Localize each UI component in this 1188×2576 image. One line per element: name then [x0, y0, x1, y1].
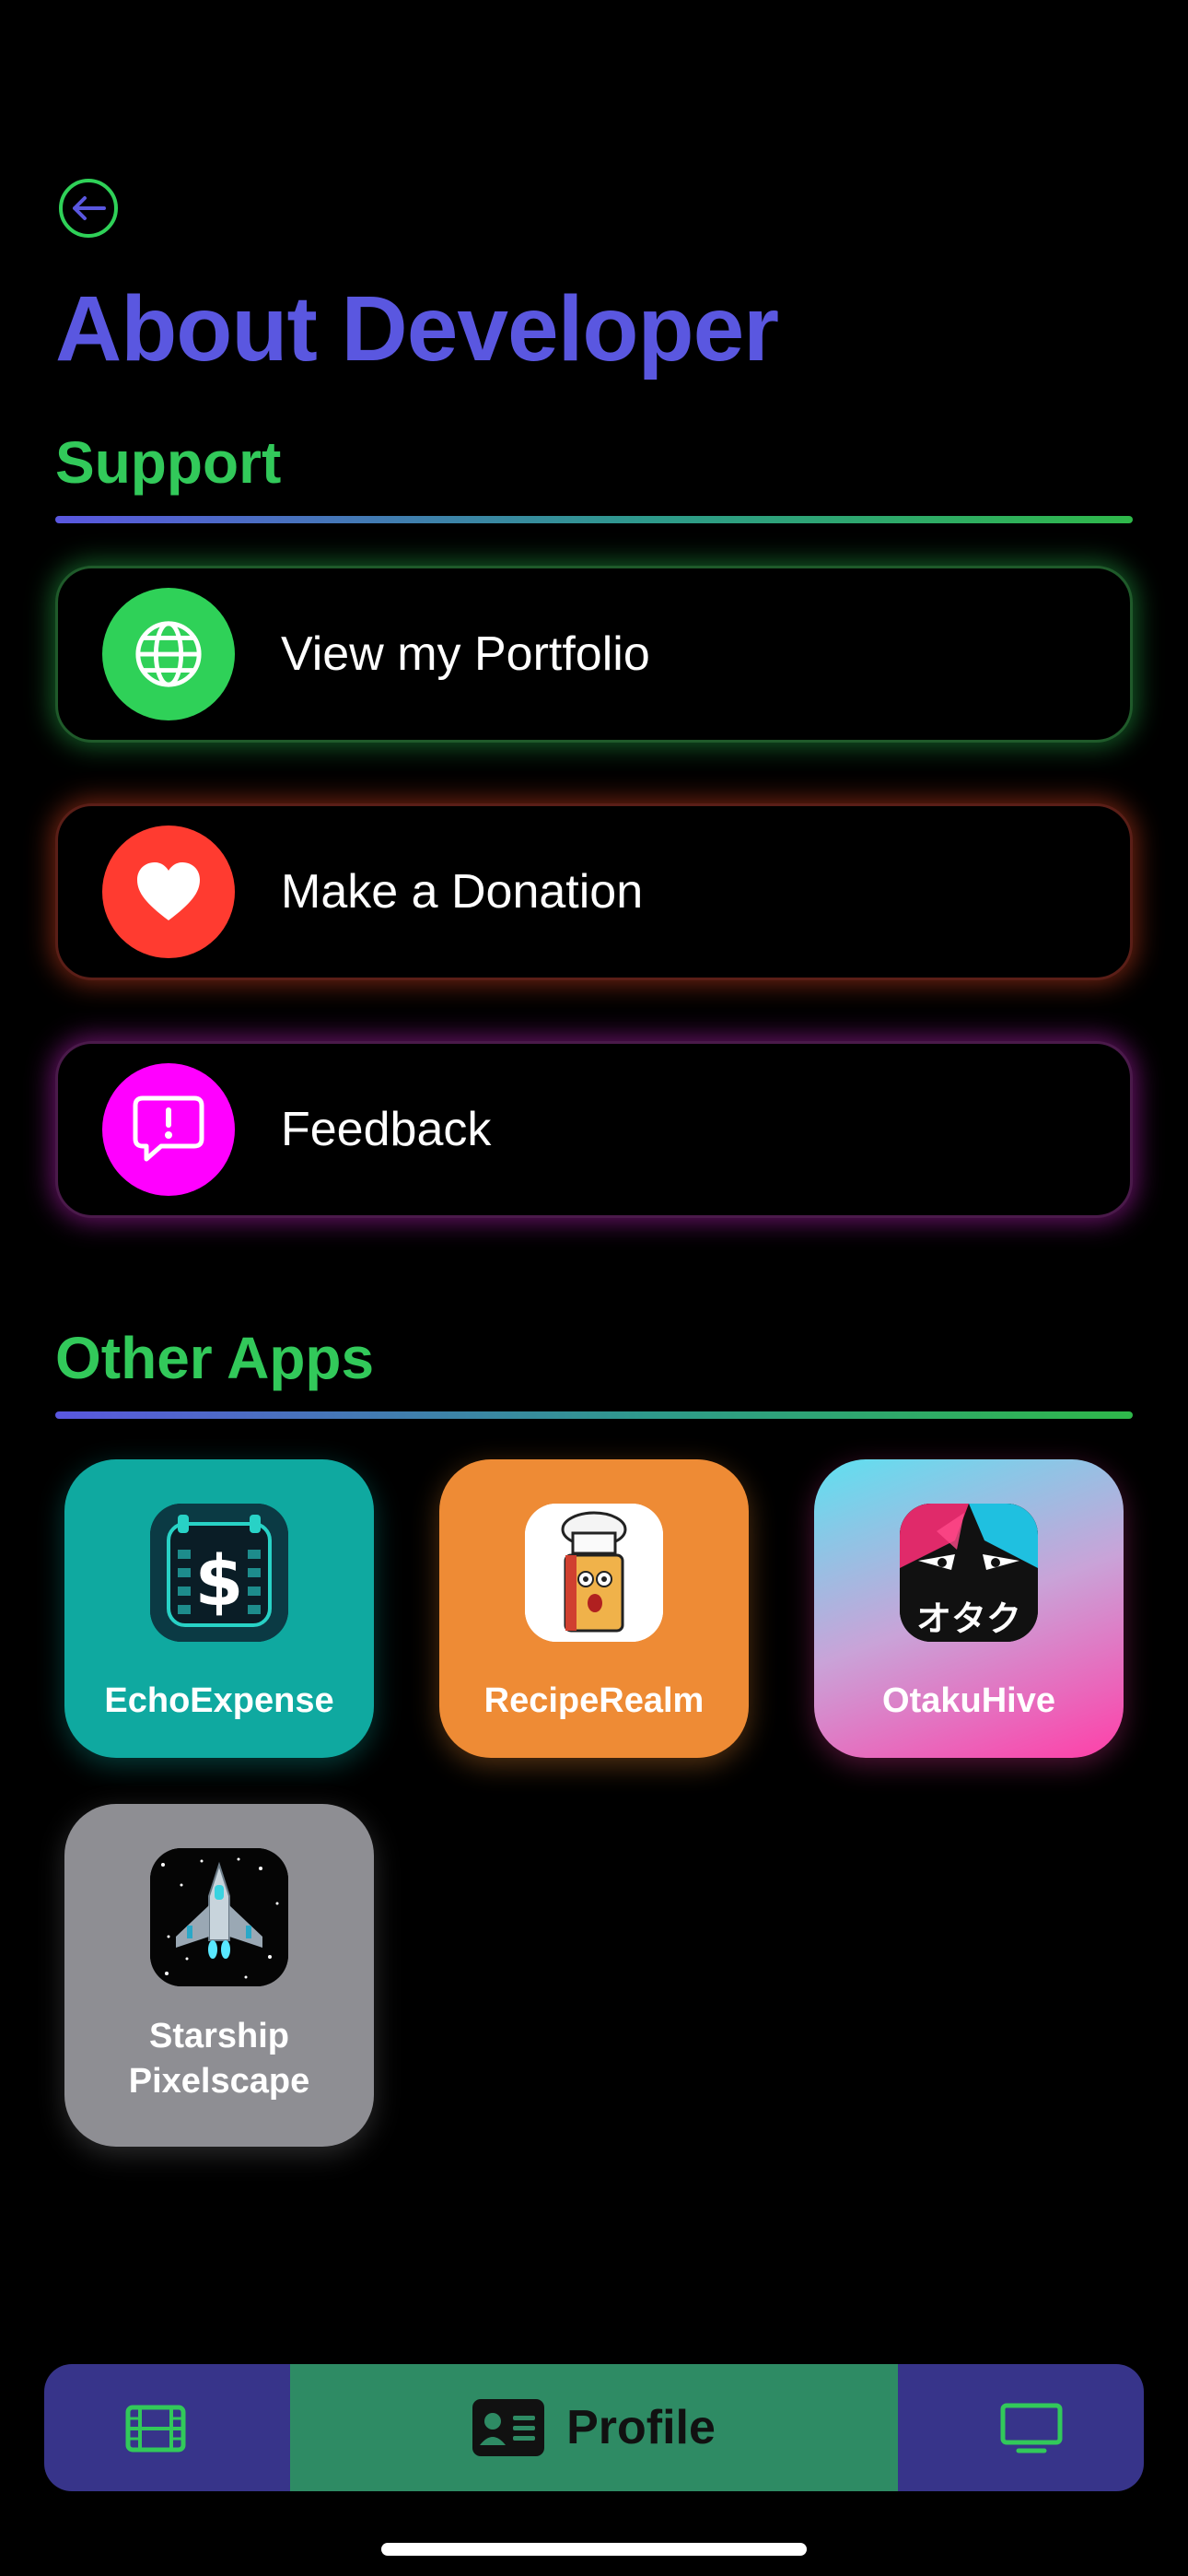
app-tile-otakuhive[interactable]: オタク OtakuHive [814, 1459, 1124, 1758]
home-indicator [381, 2543, 807, 2556]
other-apps-divider [55, 1411, 1133, 1419]
view-portfolio-label: View my Portfolio [281, 627, 650, 681]
app-name-reciperealm: RecipeRealm [483, 1681, 705, 1720]
starship-pixelscape-app-icon [150, 1848, 288, 1986]
page-title: About Developer [55, 277, 779, 381]
app-name-echoexpense: EchoExpense [104, 1681, 334, 1720]
back-button[interactable] [59, 179, 118, 238]
support-divider [55, 516, 1133, 523]
tab-profile[interactable]: Profile [290, 2364, 898, 2491]
support-section-title: Support [55, 429, 282, 496]
app-name-starship-pixelscape: Starship Pixelscape [128, 2017, 310, 2101]
svg-text:$: $ [195, 1540, 244, 1622]
app-tile-reciperealm[interactable]: RecipeRealm [439, 1459, 749, 1758]
film-icon [125, 2405, 186, 2453]
otakuhive-app-icon: オタク [900, 1504, 1038, 1642]
feedback-label: Feedback [281, 1103, 492, 1156]
app-name-otakuhive: OtakuHive [882, 1681, 1055, 1720]
tv-icon [1000, 2403, 1063, 2453]
profile-card-icon [472, 2399, 545, 2456]
arrow-left-icon [73, 196, 106, 220]
other-apps-section-title: Other Apps [55, 1325, 375, 1391]
make-donation-label: Make a Donation [281, 865, 644, 919]
tab-tv[interactable] [1000, 2403, 1063, 2459]
heart-icon [102, 825, 235, 958]
make-donation-button[interactable]: Make a Donation [55, 803, 1133, 980]
echoexpense-app-icon: $ [150, 1504, 288, 1642]
feedback-bubble-icon [102, 1063, 235, 1196]
tab-profile-label: Profile [566, 2401, 716, 2454]
reciperealm-app-icon [525, 1504, 663, 1642]
view-portfolio-button[interactable]: View my Portfolio [55, 566, 1133, 743]
svg-text:オタク: オタク [916, 1598, 1021, 1639]
globe-icon [102, 588, 235, 720]
app-tile-starship-pixelscape[interactable]: Starship Pixelscape [64, 1804, 374, 2147]
tab-movies[interactable] [125, 2405, 186, 2457]
app-tile-echoexpense[interactable]: $ EchoExpense [64, 1459, 374, 1758]
feedback-button[interactable]: Feedback [55, 1041, 1133, 1218]
